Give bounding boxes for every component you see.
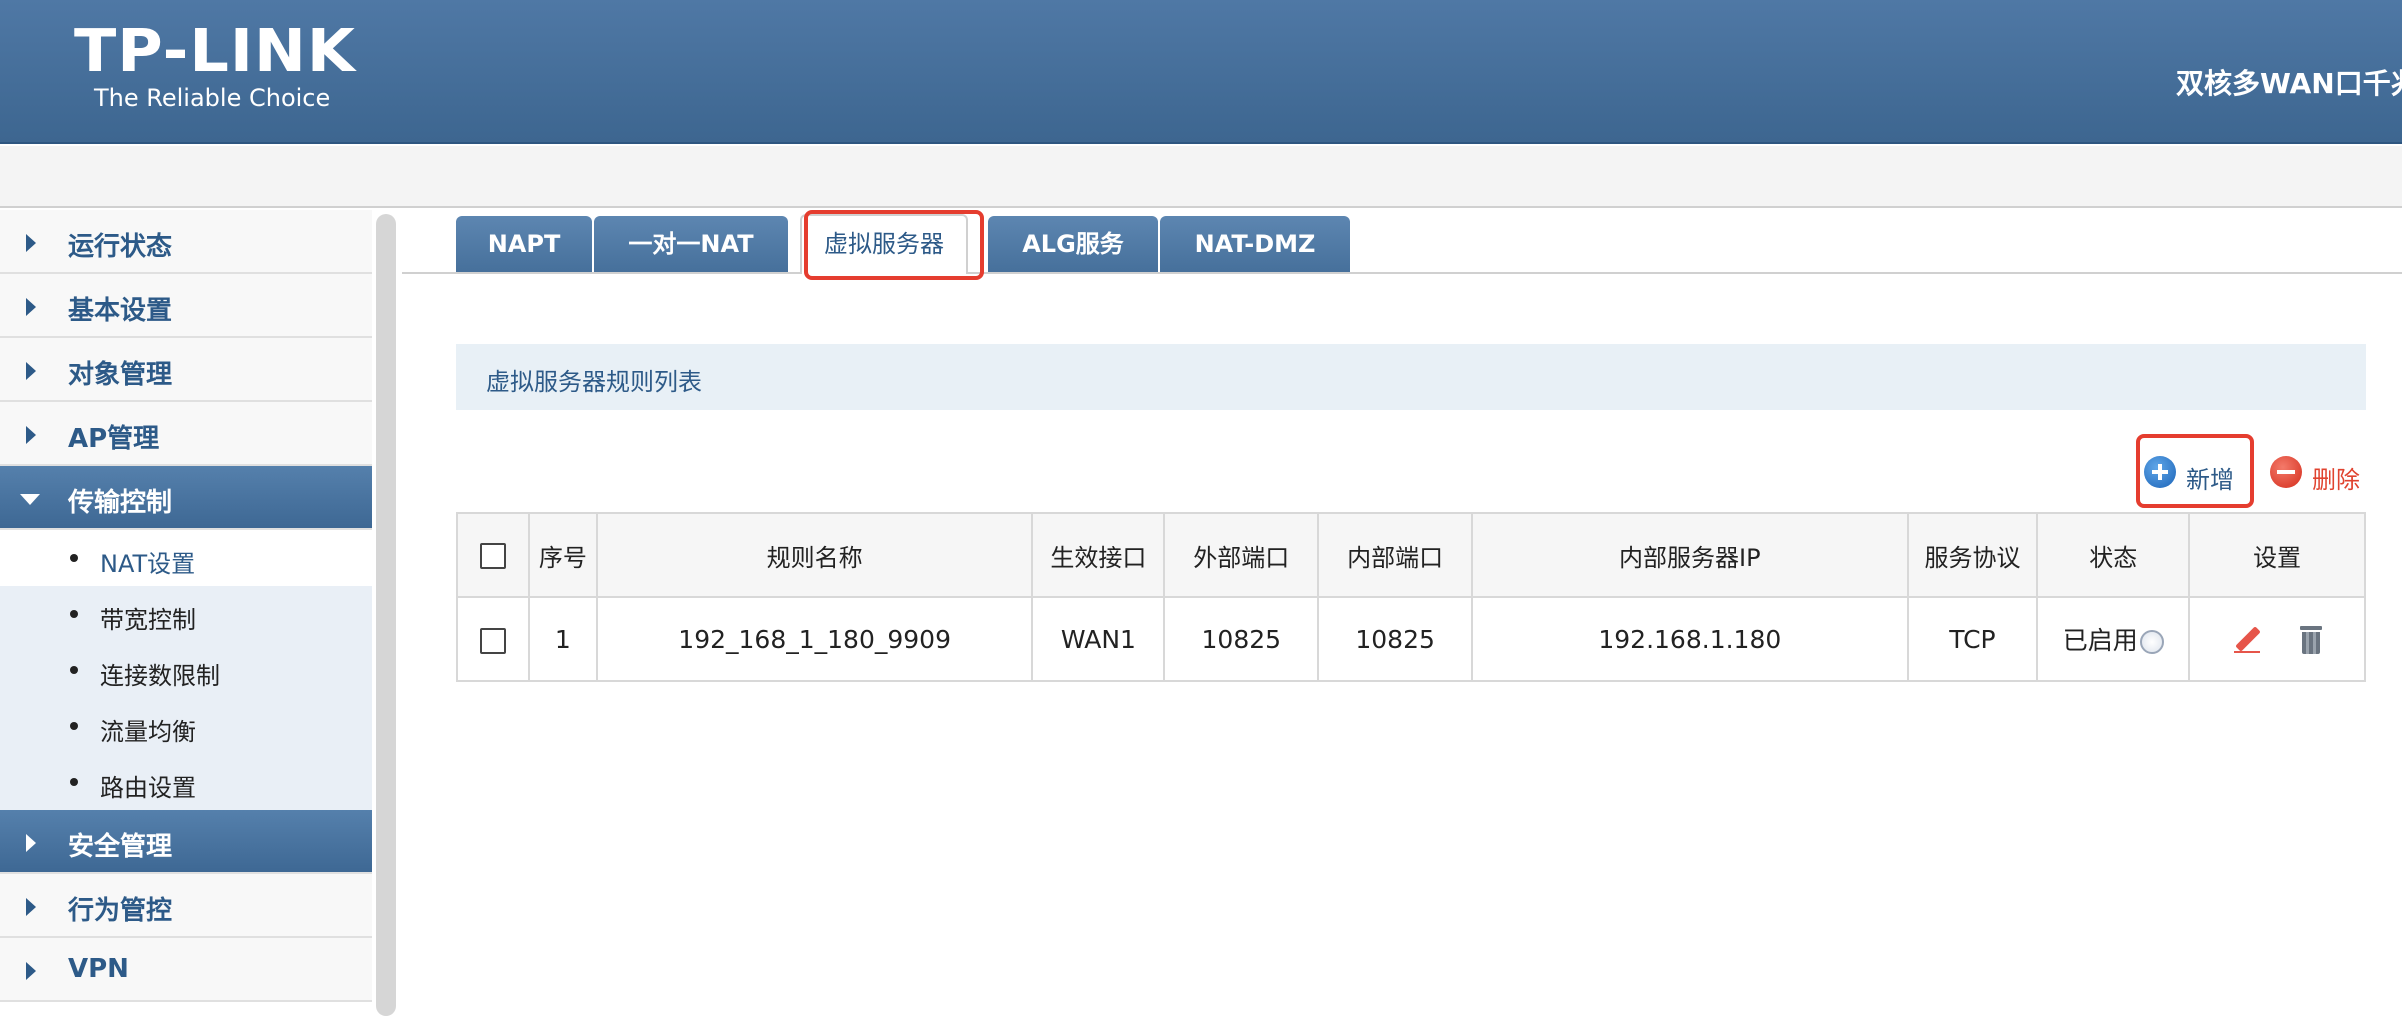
cell-settings — [2188, 596, 2366, 682]
sidebar-item-ap-management[interactable]: AP管理 — [0, 402, 372, 466]
cell-interface: WAN1 — [1031, 596, 1166, 682]
caret-right-icon — [26, 834, 36, 852]
delete-circle-icon — [2270, 456, 2302, 488]
cell-rule-name: 192_168_1_180_9909 — [595, 596, 1034, 682]
sidebar-item-label: 基本设置 — [68, 296, 173, 326]
sidebar-item-object-management[interactable]: 对象管理 — [0, 338, 372, 402]
add-highlight-box — [2136, 434, 2254, 508]
submenu-item-label: 连接数限制 — [100, 662, 220, 690]
sidebar-item-label: VPN — [68, 954, 129, 984]
sidebar-item-label: 运行状态 — [68, 232, 173, 262]
caret-down-icon — [20, 494, 40, 505]
submenu-item-bandwidth-control[interactable]: 带宽控制 — [0, 586, 372, 642]
sidebar-item-vpn[interactable]: VPN — [0, 938, 372, 1002]
sidebar-scrollbar[interactable] — [376, 214, 396, 1016]
nat-tab-bar: NAPT 一对一NAT 虚拟服务器 ALG服务 NAT-DMZ — [402, 214, 2402, 274]
row-select-cell — [456, 596, 530, 682]
column-header: 生效接口 — [1031, 512, 1166, 598]
tp-link-logo: TP-LINK The Reliable Choice — [74, 20, 356, 112]
bullet-icon — [70, 666, 78, 674]
column-header: 设置 — [2188, 512, 2366, 598]
product-title: 双核多WAN口千兆 — [2176, 67, 2402, 100]
cell-status: 已启用 — [2036, 596, 2191, 682]
select-all-checkbox[interactable] — [479, 543, 506, 569]
delete-label: 删除 — [2312, 466, 2360, 494]
row-checkbox[interactable] — [479, 627, 506, 654]
submenu-item-load-balance[interactable]: 流量均衡 — [0, 698, 372, 754]
submenu-item-label: 带宽控制 — [100, 606, 196, 634]
transmission-submenu: NAT设置 带宽控制 连接数限制 流量均衡 路由设置 — [0, 530, 372, 810]
edit-icon[interactable] — [2232, 625, 2262, 655]
column-header: 状态 — [2036, 512, 2191, 598]
trash-icon[interactable] — [2300, 625, 2323, 654]
caret-right-icon — [26, 298, 36, 316]
cell-external-port: 10825 — [1163, 596, 1320, 682]
submenu-item-label: 流量均衡 — [100, 718, 196, 746]
column-header: 服务协议 — [1906, 512, 2039, 598]
sidebar-item-label: 行为管控 — [68, 896, 173, 926]
bullet-icon — [70, 610, 78, 618]
tab-one-to-one-nat[interactable]: 一对一NAT — [594, 216, 788, 272]
submenu-item-connection-limit[interactable]: 连接数限制 — [0, 642, 372, 698]
column-header: 内部端口 — [1317, 512, 1474, 598]
sidebar-item-security[interactable]: 安全管理 — [0, 810, 372, 874]
tab-nat-dmz[interactable]: NAT-DMZ — [1160, 216, 1350, 272]
caret-right-icon — [26, 426, 36, 444]
logo-tagline: The Reliable Choice — [94, 84, 331, 112]
cell-server-ip: 192.168.1.180 — [1471, 596, 1909, 682]
sidebar-item-status[interactable]: 运行状态 — [0, 210, 372, 274]
submenu-item-nat-settings[interactable]: NAT设置 — [0, 530, 372, 586]
column-header: 序号 — [527, 512, 598, 598]
table-row: 1 192_168_1_180_9909 WAN1 10825 10825 19… — [456, 596, 2366, 682]
tab-napt[interactable]: NAPT — [456, 216, 592, 272]
tab-alg-service[interactable]: ALG服务 — [988, 216, 1158, 272]
caret-right-icon — [26, 362, 36, 380]
table-header-row: 序号 规则名称 生效接口 外部端口 内部端口 内部服务器IP 服务协议 状态 设… — [456, 512, 2366, 598]
sidebar-item-label: AP管理 — [68, 424, 160, 454]
bullet-icon — [70, 554, 78, 562]
tab-highlight-box — [804, 210, 984, 280]
sub-header-bar — [0, 146, 2402, 208]
caret-right-icon — [26, 962, 36, 980]
cell-protocol: TCP — [1906, 596, 2039, 682]
virtual-server-table: 序号 规则名称 生效接口 外部端口 内部端口 内部服务器IP 服务协议 状态 设… — [456, 512, 2366, 682]
app-header: TP-LINK The Reliable Choice 双核多WAN口千兆 — [0, 0, 2402, 144]
column-header: 内部服务器IP — [1471, 512, 1909, 598]
sidebar-item-behavior-control[interactable]: 行为管控 — [0, 874, 372, 938]
submenu-item-routing[interactable]: 路由设置 — [0, 754, 372, 810]
caret-right-icon — [26, 234, 36, 252]
column-header: 外部端口 — [1163, 512, 1320, 598]
panel-title-bar: 虚拟服务器规则列表 — [456, 344, 2366, 410]
cell-internal-port: 10825 — [1317, 596, 1474, 682]
status-text: 已启用 — [2062, 626, 2138, 655]
sidebar-item-transmission-control[interactable]: 传输控制 — [0, 466, 372, 530]
submenu-item-label: 路由设置 — [100, 774, 196, 802]
status-toggle-icon[interactable] — [2139, 630, 2164, 654]
header-select-all-cell — [456, 512, 530, 598]
panel-title: 虚拟服务器规则列表 — [486, 368, 702, 396]
sidebar-item-label: 传输控制 — [68, 488, 173, 518]
sidebar-item-basic-settings[interactable]: 基本设置 — [0, 274, 372, 338]
sidebar: 运行状态 基本设置 对象管理 AP管理 传输控制 NAT设置 带宽控制 连接数限… — [0, 210, 372, 1016]
cell-index: 1 — [527, 596, 598, 682]
sidebar-item-label: 对象管理 — [68, 360, 173, 390]
column-header: 规则名称 — [595, 512, 1034, 598]
bullet-icon — [70, 722, 78, 730]
sidebar-item-label: 安全管理 — [68, 832, 173, 862]
bullet-icon — [70, 778, 78, 786]
logo-text: TP-LINK — [74, 15, 356, 86]
caret-right-icon — [26, 898, 36, 916]
submenu-item-label: NAT设置 — [100, 550, 196, 578]
